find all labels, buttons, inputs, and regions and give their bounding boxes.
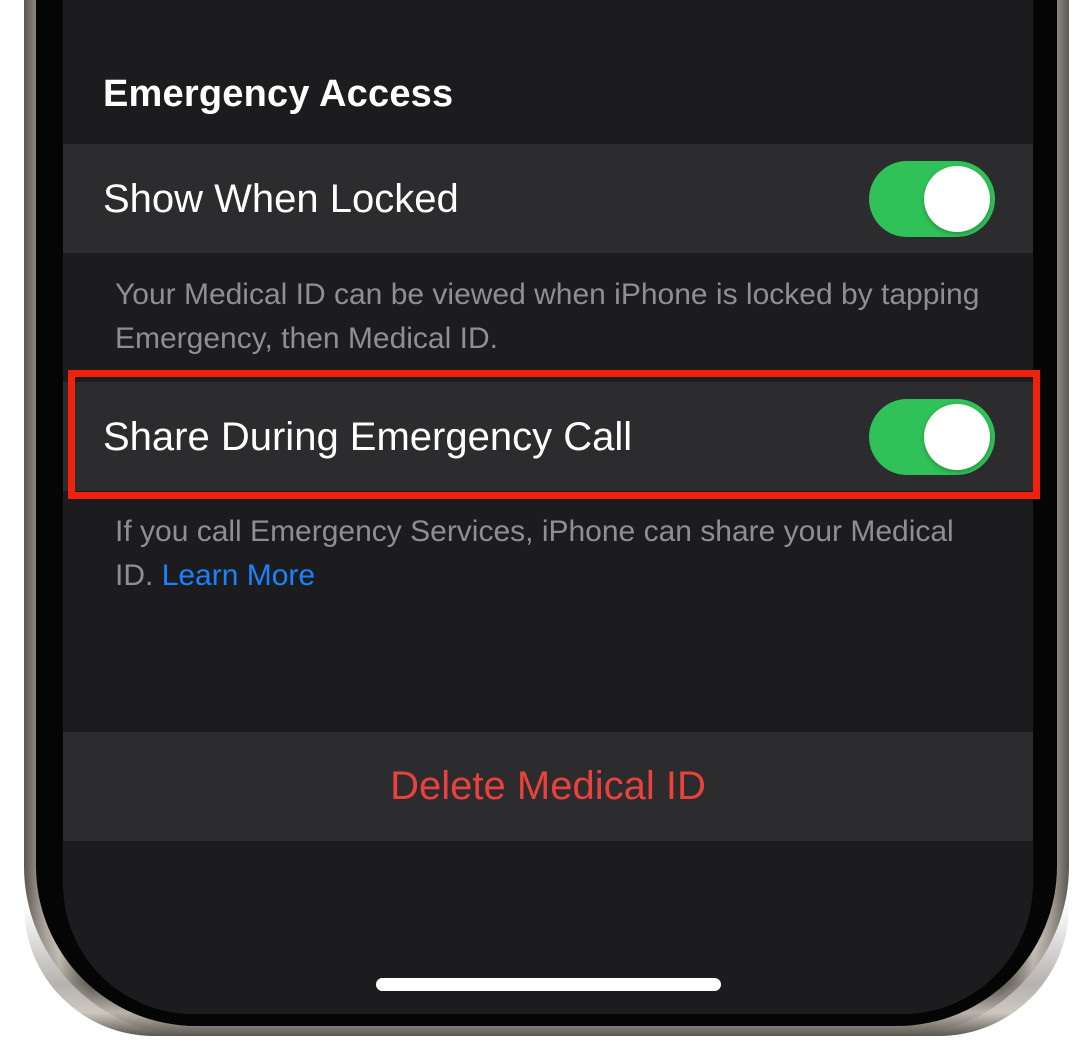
share-during-call-label: Share During Emergency Call bbox=[103, 415, 633, 459]
home-indicator[interactable] bbox=[376, 978, 721, 991]
share-during-call-footnote: If you call Emergency Services, iPhone c… bbox=[115, 510, 995, 598]
show-when-locked-footnote: Your Medical ID can be viewed when iPhon… bbox=[115, 278, 980, 355]
delete-medical-id-button[interactable]: Delete Medical ID bbox=[63, 732, 1033, 841]
share-during-call-row[interactable]: Share During Emergency Call bbox=[63, 382, 1033, 491]
show-when-locked-toggle[interactable] bbox=[869, 161, 995, 237]
learn-more-link[interactable]: Learn More bbox=[162, 559, 315, 592]
toggle-knob bbox=[924, 166, 990, 232]
delete-medical-id-label: Delete Medical ID bbox=[390, 764, 706, 808]
show-when-locked-label: Show When Locked bbox=[103, 177, 459, 221]
screen: Emergency Access Show When Locked Your M… bbox=[63, 0, 1033, 1014]
toggle-knob bbox=[924, 404, 990, 470]
show-when-locked-row[interactable]: Show When Locked bbox=[63, 144, 1033, 253]
section-header-emergency-access: Emergency Access bbox=[103, 73, 454, 115]
share-during-call-toggle[interactable] bbox=[869, 399, 995, 475]
